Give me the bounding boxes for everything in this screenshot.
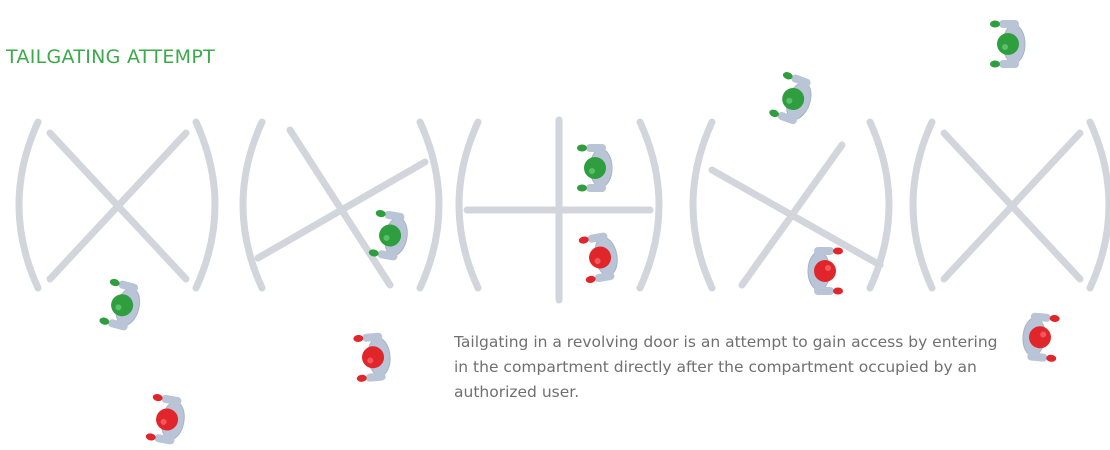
tailgater-person-5 — [1020, 311, 1061, 364]
authorized-user-person-3 — [576, 143, 613, 193]
tailgater-person-2 — [352, 331, 393, 384]
tailgater-person-1 — [144, 392, 189, 447]
diagram-caption: Tailgating in a revolving door is an att… — [454, 333, 998, 401]
tailgater-person-4 — [807, 246, 844, 296]
tailgater-person-3 — [577, 230, 622, 285]
revolving-door-5 — [909, 118, 1110, 292]
authorized-user-person-1 — [98, 276, 146, 334]
authorized-user-person-4 — [767, 69, 818, 128]
revolving-door-2 — [239, 118, 443, 292]
authorized-user-person-2 — [367, 208, 412, 263]
authorized-user-person-5 — [989, 19, 1026, 69]
revolving-door-3 — [455, 116, 663, 304]
revolving-door-4 — [689, 118, 893, 292]
revolving-door-1 — [15, 118, 219, 292]
